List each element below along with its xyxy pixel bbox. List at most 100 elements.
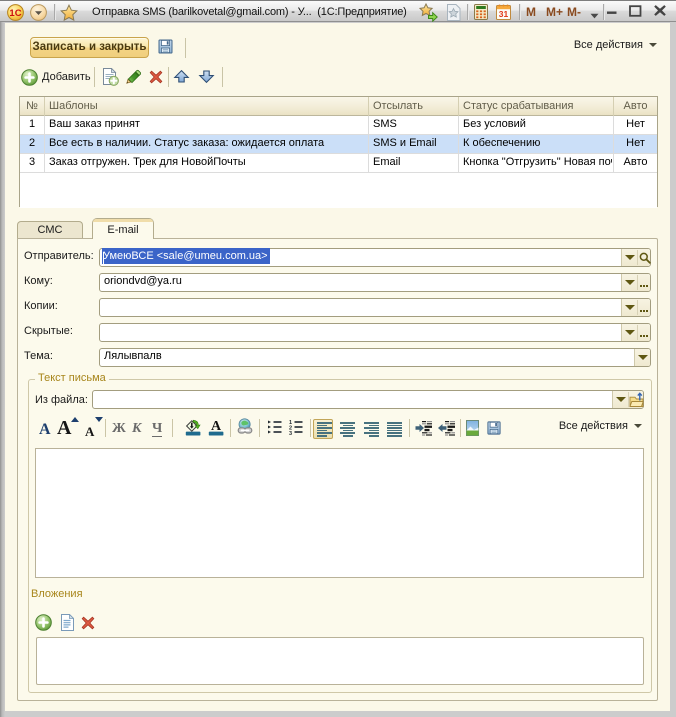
icon-bar xyxy=(387,432,402,434)
edit-row-button[interactable] xyxy=(125,69,141,85)
cell-num: 2 xyxy=(20,137,44,149)
icon-bar xyxy=(387,430,402,432)
save-and-close-button[interactable]: Записать и закрыть xyxy=(30,37,149,58)
system-menu-button[interactable] xyxy=(30,4,47,21)
grid-column-line xyxy=(458,154,459,172)
calculator-icon[interactable] xyxy=(474,4,491,21)
dropdown-arrow-icon[interactable] xyxy=(625,330,635,335)
subject-combo[interactable]: Лялывпалв xyxy=(99,348,651,367)
dropdown-arrow-icon[interactable] xyxy=(638,355,648,360)
italic-button[interactable]: К xyxy=(132,422,142,436)
underline-button[interactable]: Ч xyxy=(152,422,162,437)
memory-recall-button[interactable]: M xyxy=(526,5,536,19)
hyperlink-button[interactable] xyxy=(237,418,253,435)
move-down-button[interactable] xyxy=(198,68,215,85)
col-header-send[interactable]: Отсылать xyxy=(373,100,423,112)
align-justify-button[interactable] xyxy=(387,422,403,437)
toolbar-separator xyxy=(230,419,231,437)
table-row[interactable]: 1 Ваш заказ принят SMS Без условий Нет xyxy=(20,116,657,135)
attachment-add-button[interactable] xyxy=(35,614,52,631)
align-center-button[interactable] xyxy=(340,422,356,437)
icon-bar xyxy=(364,432,379,434)
align-left-button[interactable] xyxy=(317,422,333,437)
1c-logo-icon[interactable]: 1С xyxy=(7,4,24,21)
folder-open-icon xyxy=(629,392,644,408)
add-row-button[interactable]: Добавить xyxy=(42,71,91,83)
move-up-button[interactable] xyxy=(173,68,190,85)
favorites-star-icon[interactable] xyxy=(60,4,77,21)
attachments-list[interactable] xyxy=(36,637,644,685)
memory-add-button[interactable]: M+ xyxy=(546,5,563,19)
table-empty-area[interactable] xyxy=(20,173,657,208)
col-header-auto[interactable]: Авто xyxy=(613,100,658,112)
font-size-increase-button[interactable]: A xyxy=(57,418,71,438)
templates-table[interactable]: № Шаблоны Отсылать Статус срабатывания А… xyxy=(19,96,658,207)
email-body-textarea[interactable] xyxy=(35,448,644,578)
insert-picture-button[interactable] xyxy=(466,420,479,436)
numbered-list-button[interactable]: 123 xyxy=(288,419,305,435)
dropdown-arrow-icon[interactable] xyxy=(625,255,635,260)
dropdown-arrow-icon[interactable] xyxy=(625,305,635,310)
tab-email[interactable]: E-mail xyxy=(92,218,154,239)
chevron-down-icon[interactable] xyxy=(590,10,599,16)
grid-column-line xyxy=(368,116,369,134)
grid-column-line xyxy=(458,135,459,153)
icon-bar xyxy=(387,427,402,429)
table-row[interactable]: 3 Заказ отгружен. Трек для НовойПочты Em… xyxy=(20,154,657,173)
calendar-icon[interactable]: 31 xyxy=(496,4,513,21)
indent-decrease-button[interactable] xyxy=(438,420,456,436)
icon-bar xyxy=(640,310,642,312)
cell-num: 3 xyxy=(20,156,44,168)
attachments-label: Вложения xyxy=(31,588,83,600)
icon-bar xyxy=(343,430,353,432)
bold-button[interactable]: Ж xyxy=(112,422,126,436)
font-button[interactable]: A xyxy=(39,422,51,438)
icon-bar xyxy=(369,430,379,432)
cc-combo[interactable] xyxy=(99,298,651,317)
all-actions-label: Все действия xyxy=(574,39,643,51)
attachment-delete-button[interactable] xyxy=(81,616,95,630)
toolbar-separator xyxy=(94,67,95,87)
search-icon[interactable] xyxy=(639,252,651,264)
tab-sms[interactable]: СМС xyxy=(17,221,83,238)
col-header-num[interactable]: № xyxy=(20,100,44,112)
body-group-title: Текст письма xyxy=(35,372,109,384)
to-combo[interactable]: oriondvd@ya.ru xyxy=(99,273,651,292)
add-favorite-icon[interactable] xyxy=(419,3,436,20)
indent-increase-button[interactable] xyxy=(415,420,433,436)
add-row-icon[interactable] xyxy=(21,69,38,86)
from-file-combo[interactable] xyxy=(92,390,644,409)
sender-combo[interactable]: УмеюВСЕ <sale@umeu.com.ua> xyxy=(99,248,651,267)
dropdown-arrow-icon[interactable] xyxy=(616,397,626,402)
icon-bar xyxy=(317,435,327,437)
plus-circle-icon xyxy=(21,69,38,86)
grid-column-line xyxy=(613,97,614,116)
copy-row-button[interactable] xyxy=(101,68,119,86)
font-size-decrease-button[interactable]: A xyxy=(85,425,94,438)
combo-button-separator xyxy=(637,300,638,315)
memory-subtract-button[interactable]: M- xyxy=(567,5,581,19)
font-color-button[interactable]: A xyxy=(208,419,224,436)
dropdown-arrow-icon[interactable] xyxy=(625,280,635,285)
close-button[interactable] xyxy=(649,1,671,21)
background-color-button[interactable] xyxy=(185,419,202,436)
delete-row-button[interactable] xyxy=(149,70,163,84)
maximize-button[interactable] xyxy=(626,1,648,21)
save-button[interactable] xyxy=(157,38,179,58)
save-text-button[interactable] xyxy=(486,420,502,436)
to-value: oriondvd@ya.ru xyxy=(104,275,182,287)
favorite-page-icon-disabled[interactable] xyxy=(446,4,463,21)
table-row-selected[interactable]: 2 Все есть в наличии. Статус заказа: ожи… xyxy=(20,135,657,154)
form-all-actions-button[interactable]: Все действия xyxy=(574,39,657,51)
col-header-template[interactable]: Шаблоны xyxy=(49,100,98,112)
minimize-button[interactable] xyxy=(604,1,626,21)
logo-text: 1С xyxy=(9,8,21,19)
align-right-button[interactable] xyxy=(364,422,380,437)
bullet-list-button[interactable] xyxy=(267,419,284,435)
attachment-open-button[interactable] xyxy=(60,614,74,631)
editor-all-actions-button[interactable]: Все действия xyxy=(559,420,642,432)
col-header-status[interactable]: Статус срабатывания xyxy=(463,100,573,112)
open-file-icon[interactable] xyxy=(629,392,644,408)
grid-column-line xyxy=(368,135,369,153)
bcc-combo[interactable] xyxy=(99,323,651,342)
